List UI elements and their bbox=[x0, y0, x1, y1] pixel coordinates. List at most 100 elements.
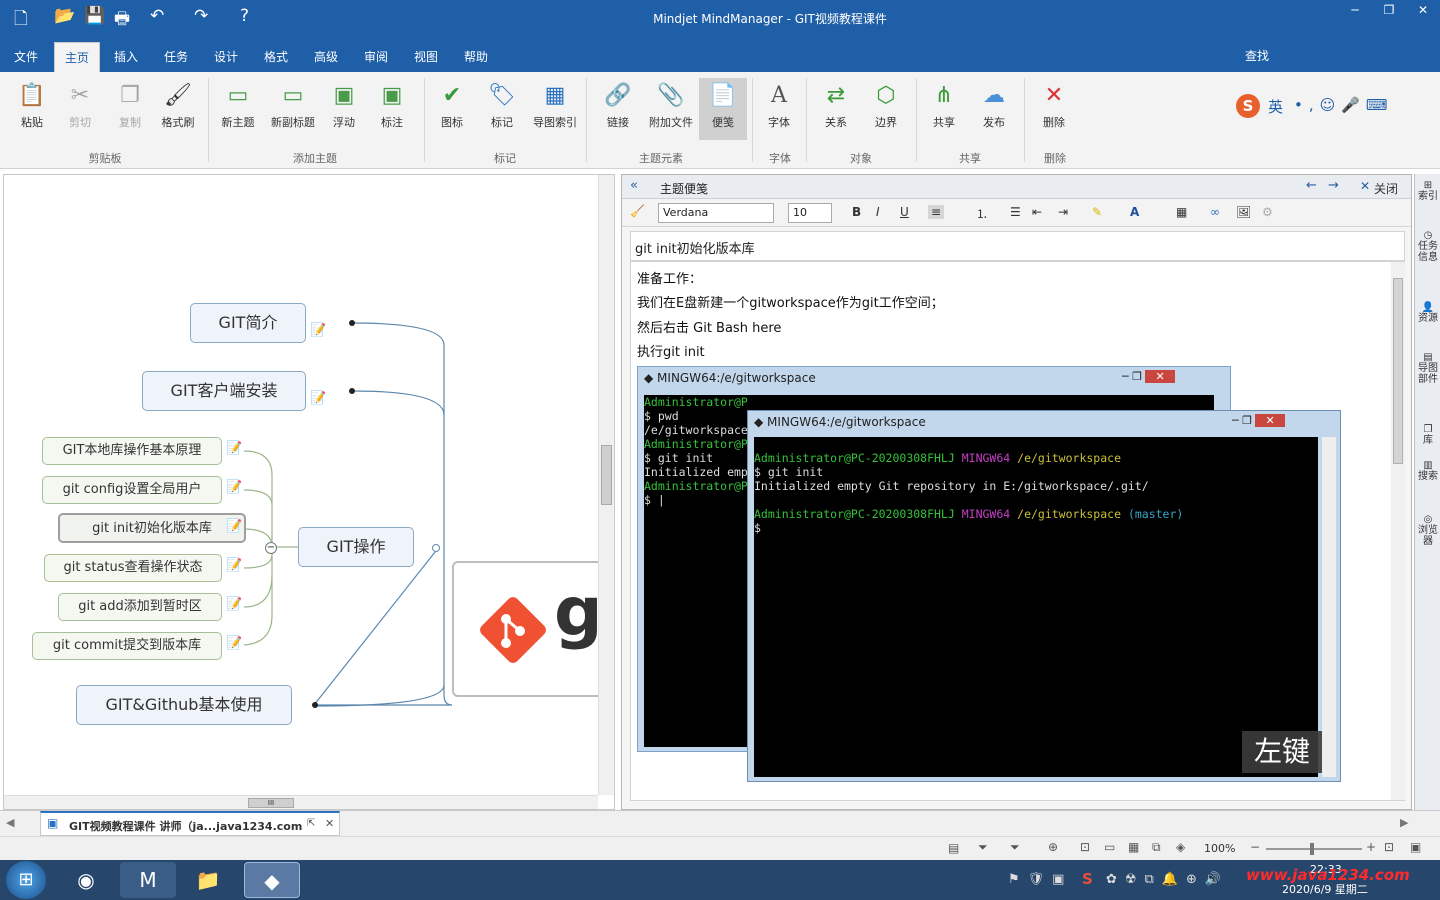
menu-design[interactable]: 设计 bbox=[214, 48, 238, 65]
outline-view-icon[interactable]: ▤ bbox=[948, 841, 959, 855]
scroll-thumb[interactable] bbox=[601, 445, 612, 505]
delete-button[interactable]: ✕ 删除 bbox=[1030, 78, 1078, 140]
scroll-thumb[interactable]: III bbox=[248, 798, 294, 808]
zoom-out-icon[interactable]: − bbox=[1250, 840, 1260, 854]
font-family-select[interactable]: Verdana bbox=[658, 203, 774, 223]
menu-help[interactable]: 帮助 bbox=[464, 48, 488, 65]
numbered-list-icon[interactable]: ⒈ bbox=[976, 205, 988, 222]
gantt-icon[interactable]: ▦ bbox=[1128, 840, 1139, 854]
close-button[interactable]: ✕ bbox=[1408, 3, 1438, 21]
bullet-list-icon[interactable]: ☰ bbox=[1010, 205, 1021, 219]
vertical-scrollbar[interactable] bbox=[598, 175, 614, 795]
tab-scroll-left-icon[interactable]: ◀ bbox=[6, 816, 14, 829]
layout-icon[interactable]: ⊕ bbox=[1048, 840, 1058, 854]
hyperlink-icon[interactable]: ∞ bbox=[1210, 205, 1220, 219]
relationship-button[interactable]: ⇄ 关系 bbox=[812, 78, 860, 140]
collapse-dot[interactable] bbox=[349, 388, 355, 394]
menu-format[interactable]: 格式 bbox=[264, 48, 288, 65]
close-notes-button[interactable]: 关闭 bbox=[1374, 180, 1398, 197]
note-body[interactable]: 准备工作： 我们在E盘新建一个gitworkspace作为git工作空间； 然后… bbox=[630, 261, 1405, 801]
menu-advanced[interactable]: 高级 bbox=[314, 48, 338, 65]
collapse-panel-icon[interactable]: « bbox=[630, 178, 638, 193]
subtopic-git-commit[interactable]: git commit提交到版本库 bbox=[32, 632, 222, 660]
topic-git-github-basics[interactable]: GIT&Github基本使用 bbox=[76, 685, 292, 725]
boundary-button[interactable]: ⬡ 边界 bbox=[862, 78, 910, 140]
italic-button[interactable]: I bbox=[876, 205, 880, 219]
notes-vertical-scrollbar[interactable] bbox=[1391, 262, 1405, 800]
underline-button[interactable]: U bbox=[900, 205, 909, 219]
subtopic-local-repo-principle[interactable]: GIT本地库操作基本原理 bbox=[42, 437, 222, 465]
table-icon[interactable]: ▦ bbox=[1176, 205, 1187, 219]
zoom-in-icon[interactable]: + bbox=[1366, 840, 1376, 854]
link-button[interactable]: 🔗 链接 bbox=[594, 78, 642, 140]
central-topic-image[interactable]: g bbox=[452, 561, 612, 697]
sidebar-item-task-info[interactable]: ◷ 任务信息 bbox=[1418, 230, 1438, 263]
taskbar-app-browser[interactable]: ◉ bbox=[58, 862, 114, 898]
note-icon[interactable]: 📝 bbox=[226, 480, 242, 495]
start-button[interactable]: ⊞ bbox=[6, 861, 46, 899]
sidebar-item-browser[interactable]: ◎ 浏览器 bbox=[1418, 514, 1438, 547]
menu-home[interactable]: 主页 bbox=[54, 42, 101, 72]
sogou-tray-icon[interactable]: S bbox=[1082, 870, 1093, 888]
tab-scroll-right-icon[interactable]: ▶ bbox=[1400, 816, 1408, 829]
menu-insert[interactable]: 插入 bbox=[114, 48, 138, 65]
ime-tools-icon[interactable]: •,☺🎤⌨ bbox=[1294, 96, 1394, 114]
new-topic-button[interactable]: ▭ 新主题 bbox=[214, 78, 262, 140]
fit-window-icon[interactable]: ⊡ bbox=[1384, 840, 1394, 854]
cut-button[interactable]: ✂ 剪切 bbox=[56, 78, 104, 140]
note-title-field[interactable]: git init初始化版本库 bbox=[630, 231, 1405, 261]
filter-icon[interactable]: ⏷ bbox=[978, 840, 988, 855]
topic-git-operations[interactable]: GIT操作 bbox=[298, 527, 414, 567]
outdent-icon[interactable]: ⇤ bbox=[1032, 205, 1042, 219]
bold-button[interactable]: B bbox=[852, 205, 861, 219]
menu-review[interactable]: 审阅 bbox=[364, 48, 388, 65]
sidebar-item-library[interactable]: ❐ 库 bbox=[1418, 424, 1438, 446]
tray-icons[interactable]: ⚑🛡▣ bbox=[1008, 872, 1072, 887]
panel-toggle-icon[interactable]: ▣ bbox=[1410, 840, 1421, 854]
collapse-toggle[interactable]: − bbox=[265, 542, 277, 554]
map-index-button[interactable]: ▦ 导图索引 bbox=[528, 78, 582, 140]
new-subtopic-button[interactable]: ▭ 新副标题 bbox=[266, 78, 320, 140]
note-icon[interactable]: 📝 bbox=[226, 519, 242, 534]
icons-button[interactable]: ✔ 图标 bbox=[428, 78, 476, 140]
font-color-icon[interactable]: A bbox=[1130, 205, 1139, 219]
close-tab-icon[interactable]: ✕ bbox=[325, 817, 334, 830]
subtopic-git-config[interactable]: git config设置全局用户 bbox=[42, 476, 222, 504]
back-arrow-icon[interactable]: ← bbox=[1306, 178, 1317, 193]
horizontal-scrollbar[interactable]: III bbox=[4, 795, 598, 809]
tags-button[interactable]: 🏷 标记 bbox=[478, 78, 526, 140]
page-view-icon[interactable]: ▭ bbox=[1104, 840, 1115, 854]
floating-topic-button[interactable]: ▣ 浮动 bbox=[320, 78, 368, 140]
topic-git-intro[interactable]: GIT简介 bbox=[190, 303, 306, 343]
collapse-dot[interactable] bbox=[312, 702, 318, 708]
minimize-button[interactable]: ─ bbox=[1340, 3, 1370, 21]
collapse-dot[interactable] bbox=[432, 544, 440, 552]
publish-button[interactable]: ☁ 发布 bbox=[970, 78, 1018, 140]
subtopic-git-status[interactable]: git status查看操作状态 bbox=[44, 554, 222, 582]
image-icon[interactable]: 🖼 bbox=[1236, 205, 1251, 219]
sogou-icon[interactable]: S bbox=[1236, 94, 1260, 118]
tag-view-icon[interactable]: ◈ bbox=[1176, 840, 1185, 854]
more-icon[interactable]: ⚙ bbox=[1262, 205, 1273, 219]
zoom-slider-thumb[interactable] bbox=[1310, 843, 1314, 855]
close-icon[interactable]: ✕ bbox=[1360, 179, 1370, 193]
forward-arrow-icon[interactable]: → bbox=[1328, 178, 1339, 193]
taskbar-app-active[interactable]: ◆ bbox=[244, 862, 300, 898]
note-icon[interactable]: 📝 bbox=[226, 597, 242, 612]
mindmap-canvas[interactable]: GIT简介 📝 GIT客户端安装 📝 GIT本地库操作基本原理 📝 git co… bbox=[3, 174, 615, 810]
indent-icon[interactable]: ⇥ bbox=[1058, 205, 1068, 219]
find-button[interactable]: 查找 bbox=[1245, 47, 1269, 64]
taskbar-app-mindmanager-icon[interactable]: M bbox=[120, 862, 176, 898]
share-button[interactable]: ⋔ 共享 bbox=[920, 78, 968, 140]
sidebar-item-map-parts[interactable]: ▤ 导图部件 bbox=[1418, 352, 1438, 385]
branch-icon[interactable]: ⧉ bbox=[1152, 840, 1161, 855]
note-icon[interactable]: 📝 bbox=[226, 558, 242, 573]
topic-git-client-install[interactable]: GIT客户端安装 bbox=[142, 371, 306, 411]
document-tab[interactable]: ▣ GIT视频教程课件 讲师（ja...java1234.com ⇱ ✕ bbox=[40, 811, 340, 836]
zoom-slider[interactable] bbox=[1266, 843, 1362, 855]
menu-view[interactable]: 视图 bbox=[414, 48, 438, 65]
highlight-icon[interactable]: ✎ bbox=[1092, 205, 1102, 219]
scroll-thumb[interactable] bbox=[1393, 278, 1403, 464]
ime-mode[interactable]: 英 bbox=[1268, 96, 1283, 117]
tray-icons-2[interactable]: ✿☢⧉🔔⊕🔊 bbox=[1106, 872, 1229, 887]
